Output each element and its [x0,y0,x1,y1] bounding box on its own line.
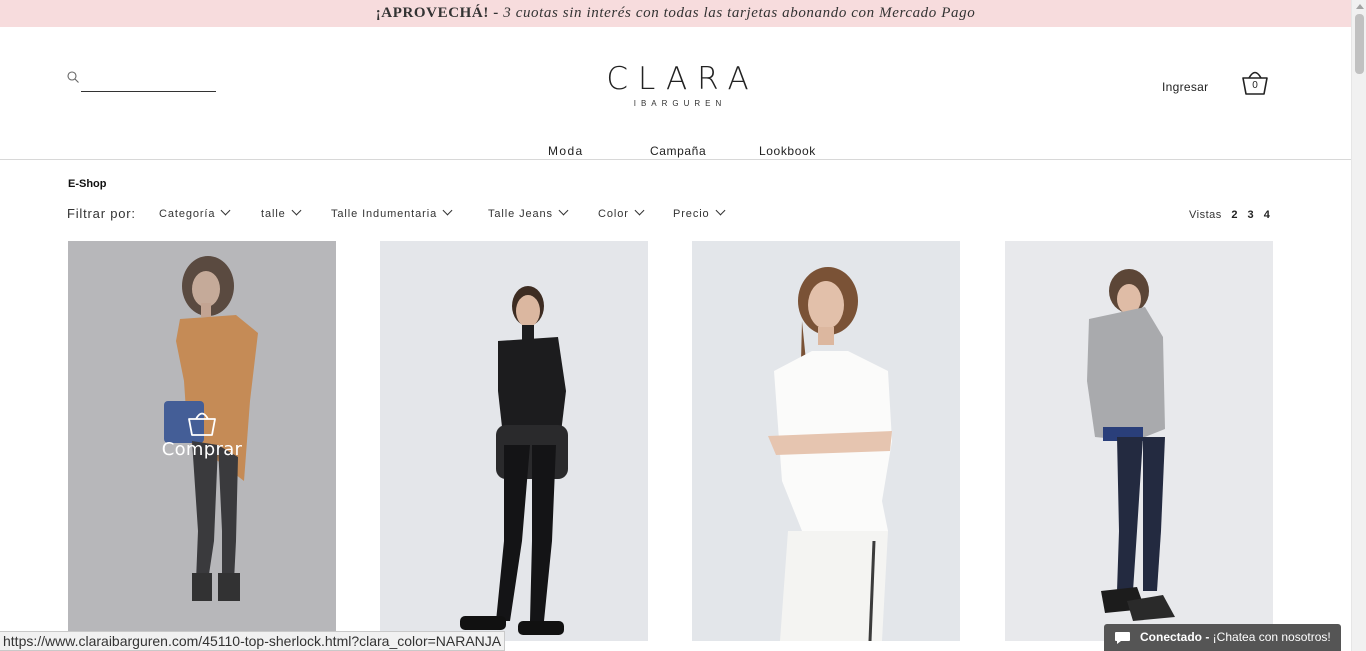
chevron-down-icon [634,205,645,216]
search-input[interactable] [81,70,216,92]
filter-talle[interactable]: talle [261,205,302,220]
nav-item-campana[interactable]: Campaña [650,144,706,158]
grid-view-selector: Vistas 2 3 4 [1189,209,1270,221]
search-icon[interactable] [67,71,79,83]
view-option-3[interactable]: 3 [1248,209,1255,221]
chat-status: Conectado - [1140,630,1210,644]
filter-talle-jeans[interactable]: Talle Jeans [488,205,569,220]
chevron-down-icon [220,205,231,216]
product-image[interactable] [380,241,648,641]
filter-label-text: Talle Indumentaria [331,208,438,220]
scroll-up-arrow-icon[interactable] [1356,4,1364,9]
brand-logo[interactable]: CLARA IBARGUREN [590,62,765,108]
scrollbar-thumb[interactable] [1355,14,1364,74]
promo-text: 3 cuotas sin interés con todas las tarje… [498,5,976,21]
chat-widget[interactable]: Conectado - ¡Chatea con nosotros! [1104,624,1341,651]
filter-label-text: Color [598,208,629,220]
cart-count: 0 [1252,80,1258,91]
chat-bubble-icon [1115,632,1130,644]
promo-banner[interactable]: ¡APROVECHÁ! - 3 cuotas sin interés con t… [0,0,1351,27]
filter-categoria[interactable]: Categoría [159,205,231,220]
chat-text: Conectado - ¡Chatea con nosotros! [1140,624,1331,651]
product-card[interactable] [1005,241,1273,641]
logo-main-text: CLARA [606,61,759,97]
search-box[interactable] [67,70,217,92]
filter-label: Filtrar por: [67,206,136,221]
buy-button[interactable]: Comprar [152,407,252,460]
view-option-4[interactable]: 4 [1264,209,1271,221]
login-link[interactable]: Ingresar [1162,80,1208,94]
view-option-2[interactable]: 2 [1231,209,1238,221]
cart-button[interactable]: 0 [1240,68,1270,96]
page-scrollbar[interactable] [1351,0,1366,651]
filter-color[interactable]: Color [598,205,645,220]
filter-label-text: Talle Jeans [488,208,553,220]
product-image[interactable] [692,241,960,641]
chat-message: ¡Chatea con nosotros! [1209,630,1331,644]
page: ¡APROVECHÁ! - 3 cuotas sin interés con t… [0,0,1366,651]
product-image[interactable] [1005,241,1273,641]
shopping-bag-icon [188,412,216,436]
promo-strong: ¡APROVECHÁ! - [375,5,499,21]
chevron-down-icon [291,205,302,216]
chevron-down-icon [442,205,453,216]
nav-item-moda[interactable]: Moda [548,144,584,158]
product-card[interactable] [692,241,960,641]
status-link-url: https://www.claraibarguren.com/45110-top… [0,631,506,651]
filter-talle-indumentaria[interactable]: Talle Indumentaria [331,205,453,220]
product-card[interactable] [380,241,648,641]
vistas-label: Vistas [1189,209,1222,221]
buy-label: Comprar [161,439,243,460]
chevron-down-icon [558,205,569,216]
filter-precio[interactable]: Precio [673,205,726,220]
filter-label-text: Categoría [159,208,216,220]
nav-item-lookbook[interactable]: Lookbook [759,144,816,158]
filter-label-text: talle [261,208,286,220]
main-nav: Moda Campaña Lookbook [0,140,1351,160]
filter-label-text: Precio [673,208,710,220]
logo-sub-text: IBARGUREN [633,99,727,108]
chevron-down-icon [715,205,726,216]
product-card[interactable]: Comprar [68,241,336,641]
breadcrumb[interactable]: E-Shop [68,178,107,190]
